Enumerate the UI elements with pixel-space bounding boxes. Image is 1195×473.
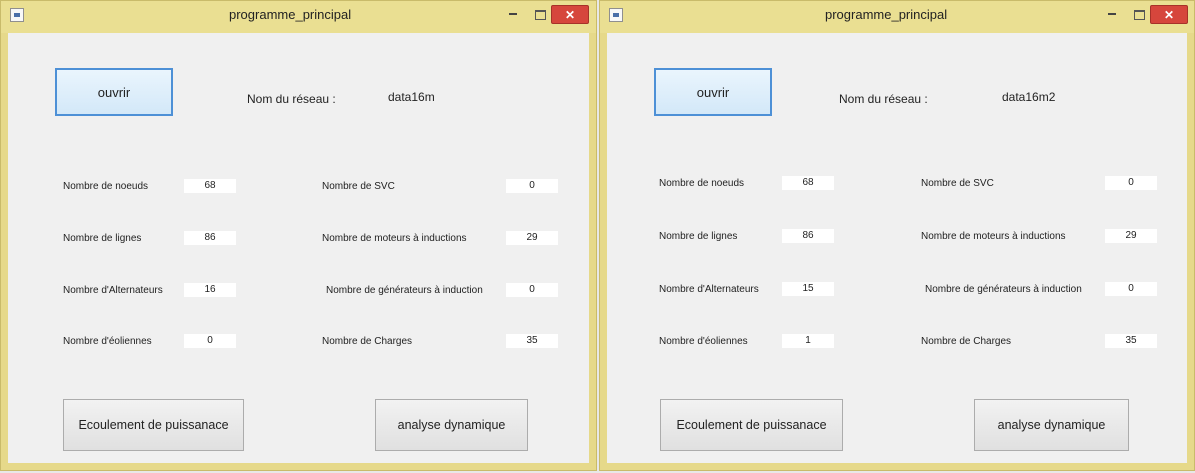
svc-field[interactable]: 0 [1105,176,1157,190]
nodes-field[interactable]: 68 [184,179,236,193]
close-icon: ✕ [1163,8,1175,22]
minimize-button[interactable] [501,5,525,24]
open-button[interactable]: ouvrir [654,68,772,116]
maximize-button[interactable] [528,5,552,24]
svc-field[interactable]: 0 [506,179,558,193]
network-name-label: Nom du réseau : [839,92,928,106]
induction-motors-label: Nombre de moteurs à inductions [322,233,467,244]
wind-turbines-label: Nombre d'éoliennes [659,336,748,347]
power-flow-button[interactable]: Ecoulement de puissanace [63,399,244,451]
open-button[interactable]: ouvrir [55,68,173,116]
lines-field[interactable]: 86 [184,231,236,245]
network-name-value: data16m [388,90,435,104]
alternators-field[interactable]: 15 [782,282,834,296]
maximize-button[interactable] [1127,5,1151,24]
nodes-field[interactable]: 68 [782,176,834,190]
close-button[interactable]: ✕ [551,5,589,24]
window-right: programme_principal ✕ ouvrir Nom du rése… [599,0,1195,471]
window-content: ouvrir Nom du réseau : data16m Nombre de… [8,33,589,463]
svc-label: Nombre de SVC [921,178,994,189]
lines-label: Nombre de lignes [63,233,142,244]
maximize-icon [1133,10,1145,20]
wind-turbines-label: Nombre d'éoliennes [63,336,152,347]
alternators-label: Nombre d'Alternateurs [63,285,163,296]
app-icon[interactable] [10,8,24,22]
lines-label: Nombre de lignes [659,231,738,242]
title-bar[interactable]: programme_principal ✕ [1,1,596,33]
minimize-icon [509,13,517,15]
power-flow-button[interactable]: Ecoulement de puissanace [660,399,843,451]
induction-generators-field[interactable]: 0 [506,283,558,297]
window-title: programme_principal [229,7,352,22]
alternators-label: Nombre d'Alternateurs [659,284,759,295]
dynamic-analysis-button[interactable]: analyse dynamique [375,399,528,451]
induction-generators-label: Nombre de générateurs à induction [925,284,1082,295]
close-icon: ✕ [564,8,576,22]
nodes-label: Nombre de noeuds [63,181,149,192]
window-content: ouvrir Nom du réseau : data16m2 Nombre d… [607,33,1187,463]
app-icon[interactable] [609,8,623,22]
loads-label: Nombre de Charges [322,336,413,347]
close-button[interactable]: ✕ [1150,5,1188,24]
induction-motors-field[interactable]: 29 [1105,229,1157,243]
network-name-value: data16m2 [1002,90,1056,104]
lines-field[interactable]: 86 [782,229,834,243]
induction-generators-label: Nombre de générateurs à induction [326,285,483,296]
maximize-icon [534,10,546,20]
loads-field[interactable]: 35 [506,334,558,348]
window-title: programme_principal [825,7,948,22]
induction-motors-field[interactable]: 29 [506,231,558,245]
wind-turbines-field[interactable]: 0 [184,334,236,348]
alternators-field[interactable]: 16 [184,283,236,297]
title-bar[interactable]: programme_principal ✕ [600,1,1194,33]
minimize-button[interactable] [1100,5,1124,24]
loads-field[interactable]: 35 [1105,334,1157,348]
induction-motors-label: Nombre de moteurs à inductions [921,231,1066,242]
svc-label: Nombre de SVC [322,181,395,192]
wind-turbines-field[interactable]: 1 [782,334,834,348]
induction-generators-field[interactable]: 0 [1105,282,1157,296]
window-left: programme_principal ✕ ouvrir Nom du rése… [0,0,597,471]
loads-label: Nombre de Charges [921,336,1012,347]
dynamic-analysis-button[interactable]: analyse dynamique [974,399,1129,451]
network-name-label: Nom du réseau : [247,92,336,106]
nodes-label: Nombre de noeuds [659,178,745,189]
minimize-icon [1108,13,1116,15]
